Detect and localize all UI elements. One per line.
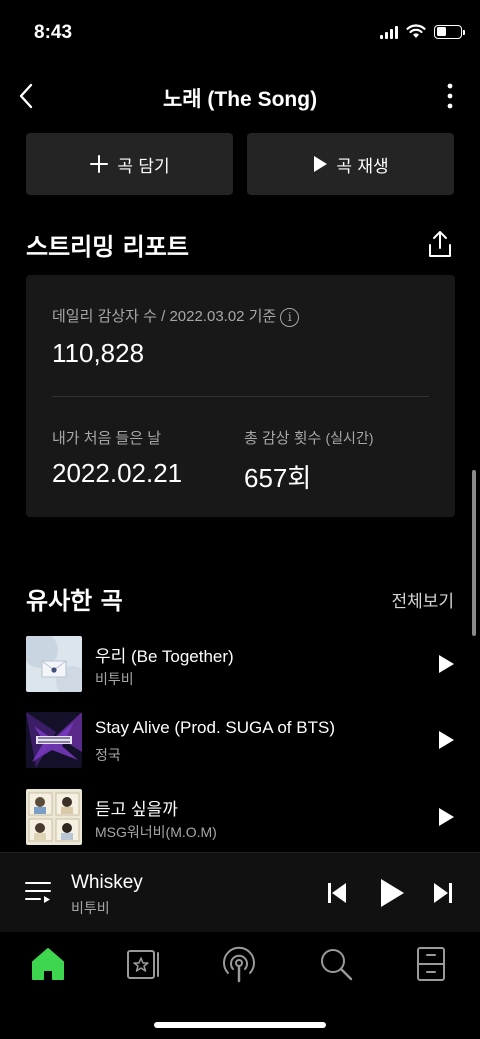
first-listen-value: 2022.02.21 [52,458,183,488]
report-title: 스트리밍 리포트 [26,233,189,261]
battery-icon [434,24,465,39]
add-song-label: 곡 담기 [117,156,170,177]
list-item[interactable]: Stay Alive (Prod. SUGA of BTS) 정국 [26,712,455,770]
add-song-button[interactable]: 곡 담기 [26,133,233,195]
library-icon[interactable] [124,944,164,984]
wifi-icon [406,24,426,38]
play-song-label: 곡 재생 [336,156,389,177]
album-art [26,712,82,768]
home-icon[interactable] [28,944,68,984]
total-plays-value: 657회 [244,463,312,493]
status-icons [380,24,465,39]
play-song-button[interactable]: 곡 재생 [247,133,454,195]
track-artist: MSG워너비(M.O.M) [95,824,217,840]
track-artist: 비투비 [95,671,134,687]
mini-player[interactable]: Whiskey 비투비 [0,852,480,932]
home-indicator [154,1022,326,1028]
share-icon[interactable] [426,229,454,259]
report-card: 데일리 감상자 수 / 2022.03.02 기준 i 110,828 내가 처음… [26,275,455,517]
album-art [26,789,82,845]
play-icon[interactable] [437,654,455,674]
play-icon[interactable] [437,730,455,750]
view-all-link[interactable]: 전체보기 [391,587,454,612]
storage-icon[interactable] [411,944,451,984]
track-title: 우리 (Be Together) [95,647,234,666]
album-art [26,636,82,692]
track-artist: 정국 [95,747,121,763]
play-icon[interactable] [437,807,455,827]
similar-songs-title: 유사한 곡 [26,587,123,615]
search-icon[interactable] [316,944,356,984]
daily-listeners-value: 110,828 [52,338,145,368]
first-listen-label: 내가 처음 들은 날 [52,430,162,447]
more-vertical-icon[interactable] [438,80,462,112]
play-icon [314,156,328,172]
status-bar: 8:43 [0,0,480,70]
podcast-icon[interactable] [219,944,259,984]
play-icon[interactable] [378,877,406,909]
total-plays-suffix: (실시간) [325,430,374,446]
plus-icon [90,155,109,173]
daily-listeners-label: 데일리 감상자 수 / 2022.03.02 기준 i [52,305,300,327]
skip-previous-icon[interactable] [326,881,348,905]
signal-icon [380,25,398,39]
list-item[interactable]: 우리 (Be Together) 비투비 [26,636,455,694]
track-title: 듣고 싶을까 [95,800,178,819]
divider [52,396,429,397]
queue-icon[interactable] [24,879,52,905]
player-track-artist: 비투비 [71,901,110,917]
status-time: 8:43 [34,22,73,43]
track-title: Stay Alive (Prod. SUGA of BTS) [95,718,335,737]
total-plays-label: 총 감상 횟수 (실시간) [244,430,374,447]
player-track-title: Whiskey [71,872,143,893]
page-title: 노래 (The Song) [162,88,318,111]
nav-bar: 노래 (The Song) [0,74,480,118]
list-item[interactable]: 듣고 싶을까 MSG워너비(M.O.M) [26,789,455,847]
tab-bar [0,932,480,1039]
info-icon[interactable]: i [280,307,300,327]
scrollbar[interactable] [472,470,476,636]
skip-next-icon[interactable] [432,881,454,905]
